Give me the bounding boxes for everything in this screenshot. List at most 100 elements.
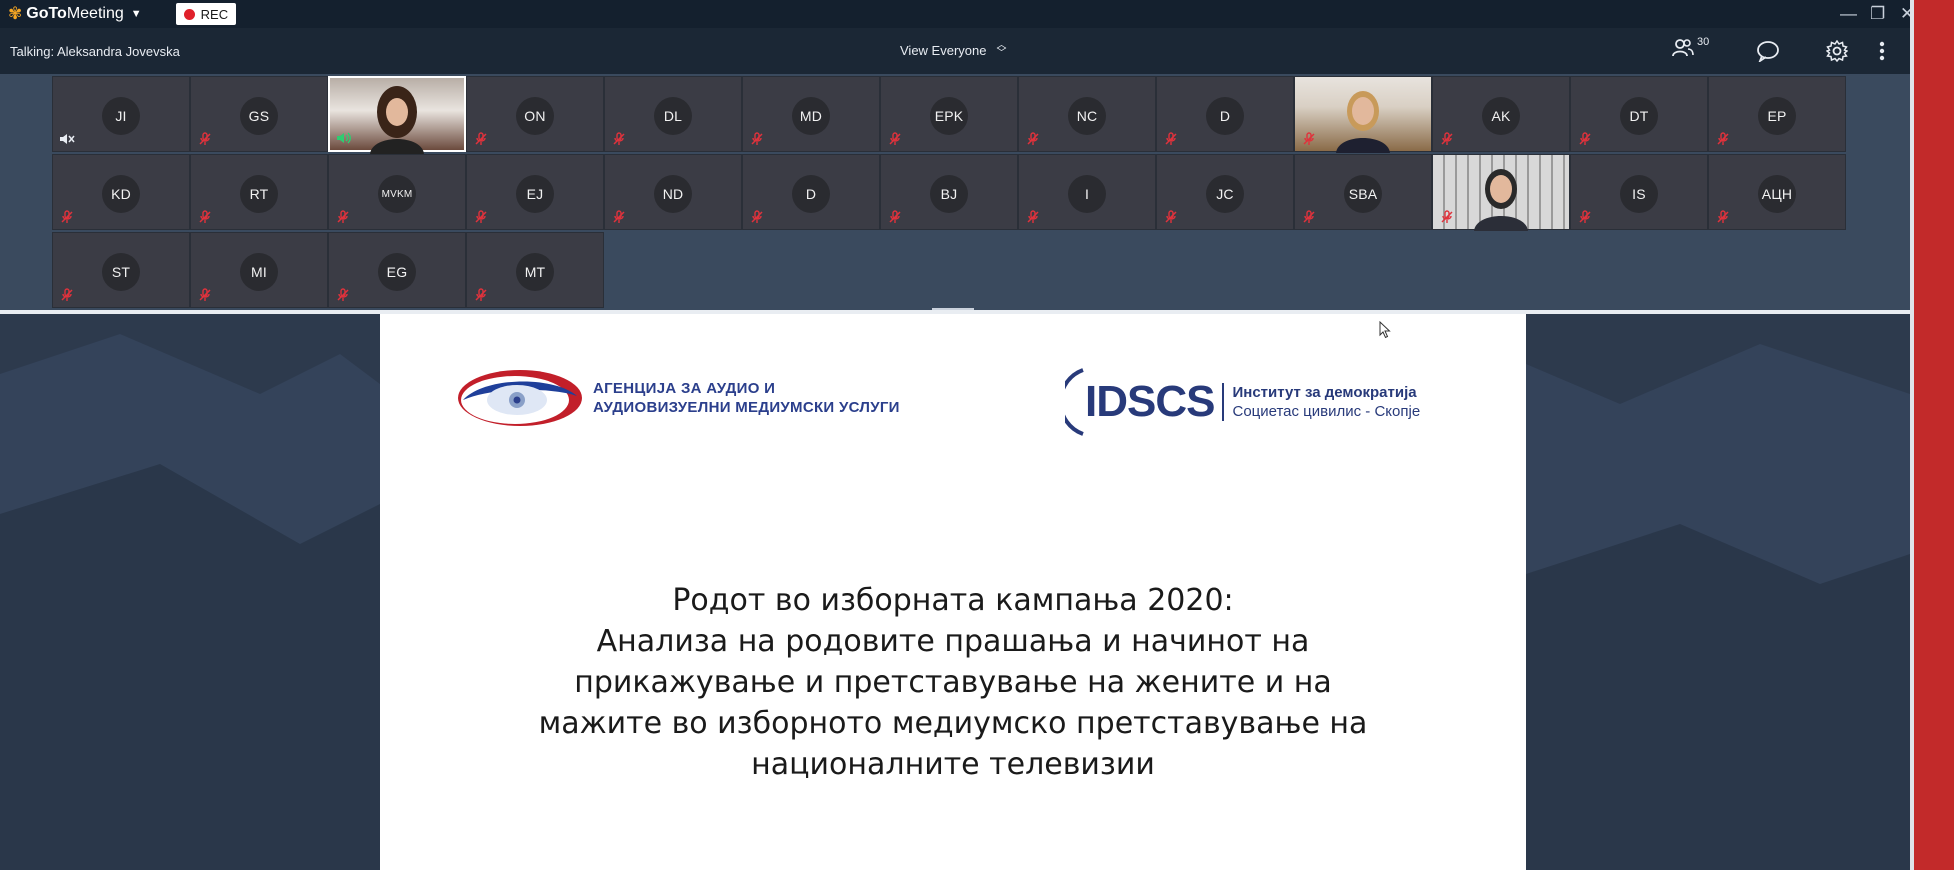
participant-tile[interactable]: BJ (880, 154, 1018, 230)
speaker-muted-icon[interactable] (59, 131, 75, 147)
participant-initials: MI (240, 253, 278, 291)
mic-muted-icon[interactable] (611, 131, 627, 147)
participant-tile[interactable]: ND (604, 154, 742, 230)
agency-eye-logo-icon (458, 370, 582, 426)
slide-title-line: прикажување и претставување на жените и … (574, 665, 1332, 700)
window-controls: — ❐ ✕ (1840, 0, 1914, 28)
mic-muted-icon[interactable] (473, 209, 489, 225)
mic-muted-icon[interactable] (1025, 209, 1041, 225)
participant-tile[interactable]: D (1156, 76, 1294, 152)
recording-indicator[interactable]: REC (175, 3, 237, 25)
mic-muted-icon[interactable] (1715, 209, 1731, 225)
mic-muted-icon[interactable] (197, 131, 213, 147)
mic-muted-icon[interactable] (59, 287, 75, 303)
mic-muted-icon[interactable] (1439, 209, 1455, 225)
participant-tile[interactable]: RT (190, 154, 328, 230)
gear-icon (1825, 39, 1849, 63)
view-selector[interactable]: View Everyone ︿ ﹀ (900, 40, 1007, 59)
mic-muted-icon[interactable] (1715, 131, 1731, 147)
mic-muted-icon[interactable] (1025, 131, 1041, 147)
mic-muted-icon[interactable] (1577, 131, 1593, 147)
minimize-icon[interactable]: — (1840, 4, 1857, 24)
resize-handle[interactable] (932, 308, 974, 310)
chat-icon (1757, 41, 1779, 64)
participant-initials: IS (1620, 175, 1658, 213)
rec-label: REC (200, 6, 229, 22)
slide-title-line: Родот во изборната кампања 2020: (672, 583, 1234, 618)
participant-initials: I (1068, 175, 1106, 213)
mic-muted-icon[interactable] (611, 209, 627, 225)
mic-muted-icon[interactable] (197, 209, 213, 225)
mic-muted-icon[interactable] (749, 209, 765, 225)
participant-tile[interactable]: MVKM (328, 154, 466, 230)
chevron-down-icon: ▼ (130, 8, 142, 20)
participant-tile[interactable]: IS (1570, 154, 1708, 230)
mic-muted-icon[interactable] (1163, 209, 1179, 225)
participant-tile[interactable]: KD (52, 154, 190, 230)
app-menu[interactable]: ✾ GoTo Meeting ▼ (8, 4, 142, 24)
participant-tile[interactable] (328, 76, 466, 154)
participant-tile[interactable]: GS (190, 76, 328, 152)
app-name-meeting: Meeting (66, 5, 124, 22)
mic-muted-icon[interactable] (1301, 131, 1317, 147)
agency-name-line1: АГЕНЦИЈА ЗА АУДИО И (593, 380, 776, 397)
mic-muted-icon[interactable] (749, 131, 765, 147)
mic-muted-icon[interactable] (1163, 131, 1179, 147)
participant-initials: ON (516, 97, 554, 135)
mouse-cursor-icon (1379, 321, 1391, 339)
participant-tile[interactable]: DT (1570, 76, 1708, 152)
participant-initials: JI (102, 97, 140, 135)
participant-tile[interactable]: NC (1018, 76, 1156, 152)
mic-muted-icon[interactable] (1439, 131, 1455, 147)
participant-tile[interactable]: MT (466, 232, 604, 308)
mic-muted-icon[interactable] (335, 287, 351, 303)
participant-tile[interactable] (1432, 154, 1570, 231)
participant-tile[interactable]: MI (190, 232, 328, 308)
participant-grid: JI GS ON DL MD EPK NC D AK DT EP KD RT MVKM EJ ND D BJ I JC… (0, 74, 1910, 310)
participant-tile[interactable]: AK (1432, 76, 1570, 152)
participant-tile[interactable]: АЦН (1708, 154, 1846, 230)
idscs-ring-logo-icon (1065, 368, 1084, 436)
mic-muted-icon[interactable] (335, 209, 351, 225)
participant-tile[interactable]: MD (742, 76, 880, 152)
mic-muted-icon[interactable] (887, 131, 903, 147)
window-edge (1910, 0, 1954, 870)
participant-tile[interactable]: EJ (466, 154, 604, 230)
mic-muted-icon[interactable] (59, 209, 75, 225)
participant-tile[interactable]: ON (466, 76, 604, 152)
meeting-toolbar: Talking: Aleksandra Jovevska View Everyo… (0, 28, 1910, 74)
participant-tile[interactable]: DL (604, 76, 742, 152)
restore-icon[interactable]: ❐ (1870, 4, 1885, 24)
mic-muted-icon[interactable] (197, 287, 213, 303)
app-name-goto: GoTo (26, 5, 67, 22)
mic-muted-icon[interactable] (473, 131, 489, 147)
mic-muted-icon[interactable] (473, 287, 489, 303)
participant-initials: EP (1758, 97, 1796, 135)
participant-tile[interactable]: ST (52, 232, 190, 308)
participant-initials: MT (516, 253, 554, 291)
participant-initials: EPK (930, 97, 968, 135)
sort-updown-icon: ︿ ﹀ (996, 40, 1007, 59)
mic-muted-icon[interactable] (887, 209, 903, 225)
participant-tile[interactable]: JC (1156, 154, 1294, 230)
participant-tile[interactable]: SBA (1294, 154, 1432, 230)
chat-button[interactable] (1756, 40, 1780, 67)
mic-muted-icon[interactable] (1577, 209, 1593, 225)
settings-button[interactable] (1825, 39, 1849, 67)
participant-initials: DL (654, 97, 692, 135)
shared-screen: АГЕНЦИЈА ЗА АУДИО И АУДИОВИЗУЕЛНИ МЕДИУМ… (0, 314, 1910, 870)
participant-tile[interactable]: D (742, 154, 880, 230)
participant-tile[interactable]: EPK (880, 76, 1018, 152)
participant-tile[interactable] (1294, 76, 1432, 153)
mic-muted-icon[interactable] (1301, 209, 1317, 225)
speaker-active-icon[interactable] (336, 130, 352, 146)
more-options-button[interactable] (1878, 40, 1886, 67)
participant-initials: BJ (930, 175, 968, 213)
participant-initials: JC (1206, 175, 1244, 213)
participant-tile[interactable]: EP (1708, 76, 1846, 152)
participant-tile[interactable]: JI (52, 76, 190, 152)
participant-initials: EG (378, 253, 416, 291)
participant-tile[interactable]: I (1018, 154, 1156, 230)
participant-tile[interactable]: EG (328, 232, 466, 308)
attendees-button[interactable]: 30 (1672, 36, 1709, 58)
